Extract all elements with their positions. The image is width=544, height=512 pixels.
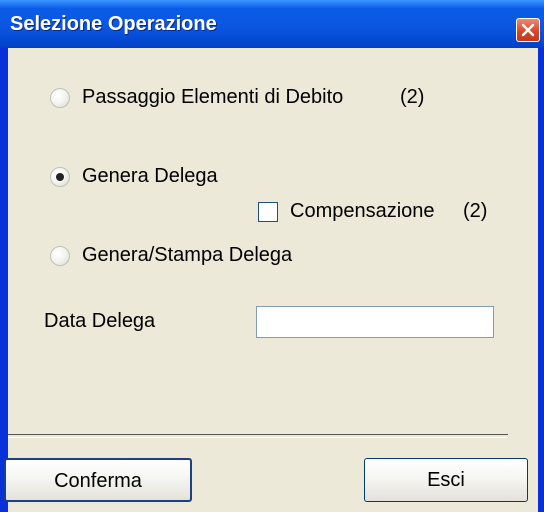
close-x-icon (521, 23, 535, 37)
option-genera-delega[interactable]: Genera Delega (50, 165, 218, 188)
close-button[interactable] (516, 18, 540, 42)
dialog-window: Selezione Operazione Passaggio Elementi … (0, 0, 544, 512)
data-delega-label: Data Delega (44, 310, 156, 332)
compensazione-note: (2) (463, 200, 488, 222)
confirm-button[interactable]: Conferma (4, 458, 192, 502)
option-genera-stampa-delega[interactable]: Genera/Stampa Delega (50, 244, 292, 267)
option-note: (2) (400, 86, 425, 108)
compensazione-row[interactable]: Compensazione (258, 200, 435, 223)
option-label: Genera/Stampa Delega (82, 244, 293, 266)
option-passaggio-elementi[interactable]: Passaggio Elementi di Debito (50, 86, 343, 109)
divider (8, 434, 508, 438)
radio-passaggio-elementi[interactable] (50, 87, 70, 108)
title-bar[interactable]: Selezione Operazione (0, 0, 544, 48)
data-delega-input[interactable] (256, 306, 494, 338)
compensazione-label: Compensazione (290, 200, 435, 222)
radio-genera-delega[interactable] (50, 166, 70, 187)
option-label: Passaggio Elementi di Debito (82, 86, 344, 108)
option-label: Genera Delega (82, 165, 218, 187)
window-title: Selezione Operazione (10, 13, 217, 35)
compensazione-checkbox[interactable] (258, 201, 278, 222)
dialog-client-area: Passaggio Elementi di Debito (2) Genera … (4, 48, 538, 512)
exit-button[interactable]: Esci (364, 458, 528, 502)
radio-genera-stampa-delega[interactable] (50, 245, 70, 266)
